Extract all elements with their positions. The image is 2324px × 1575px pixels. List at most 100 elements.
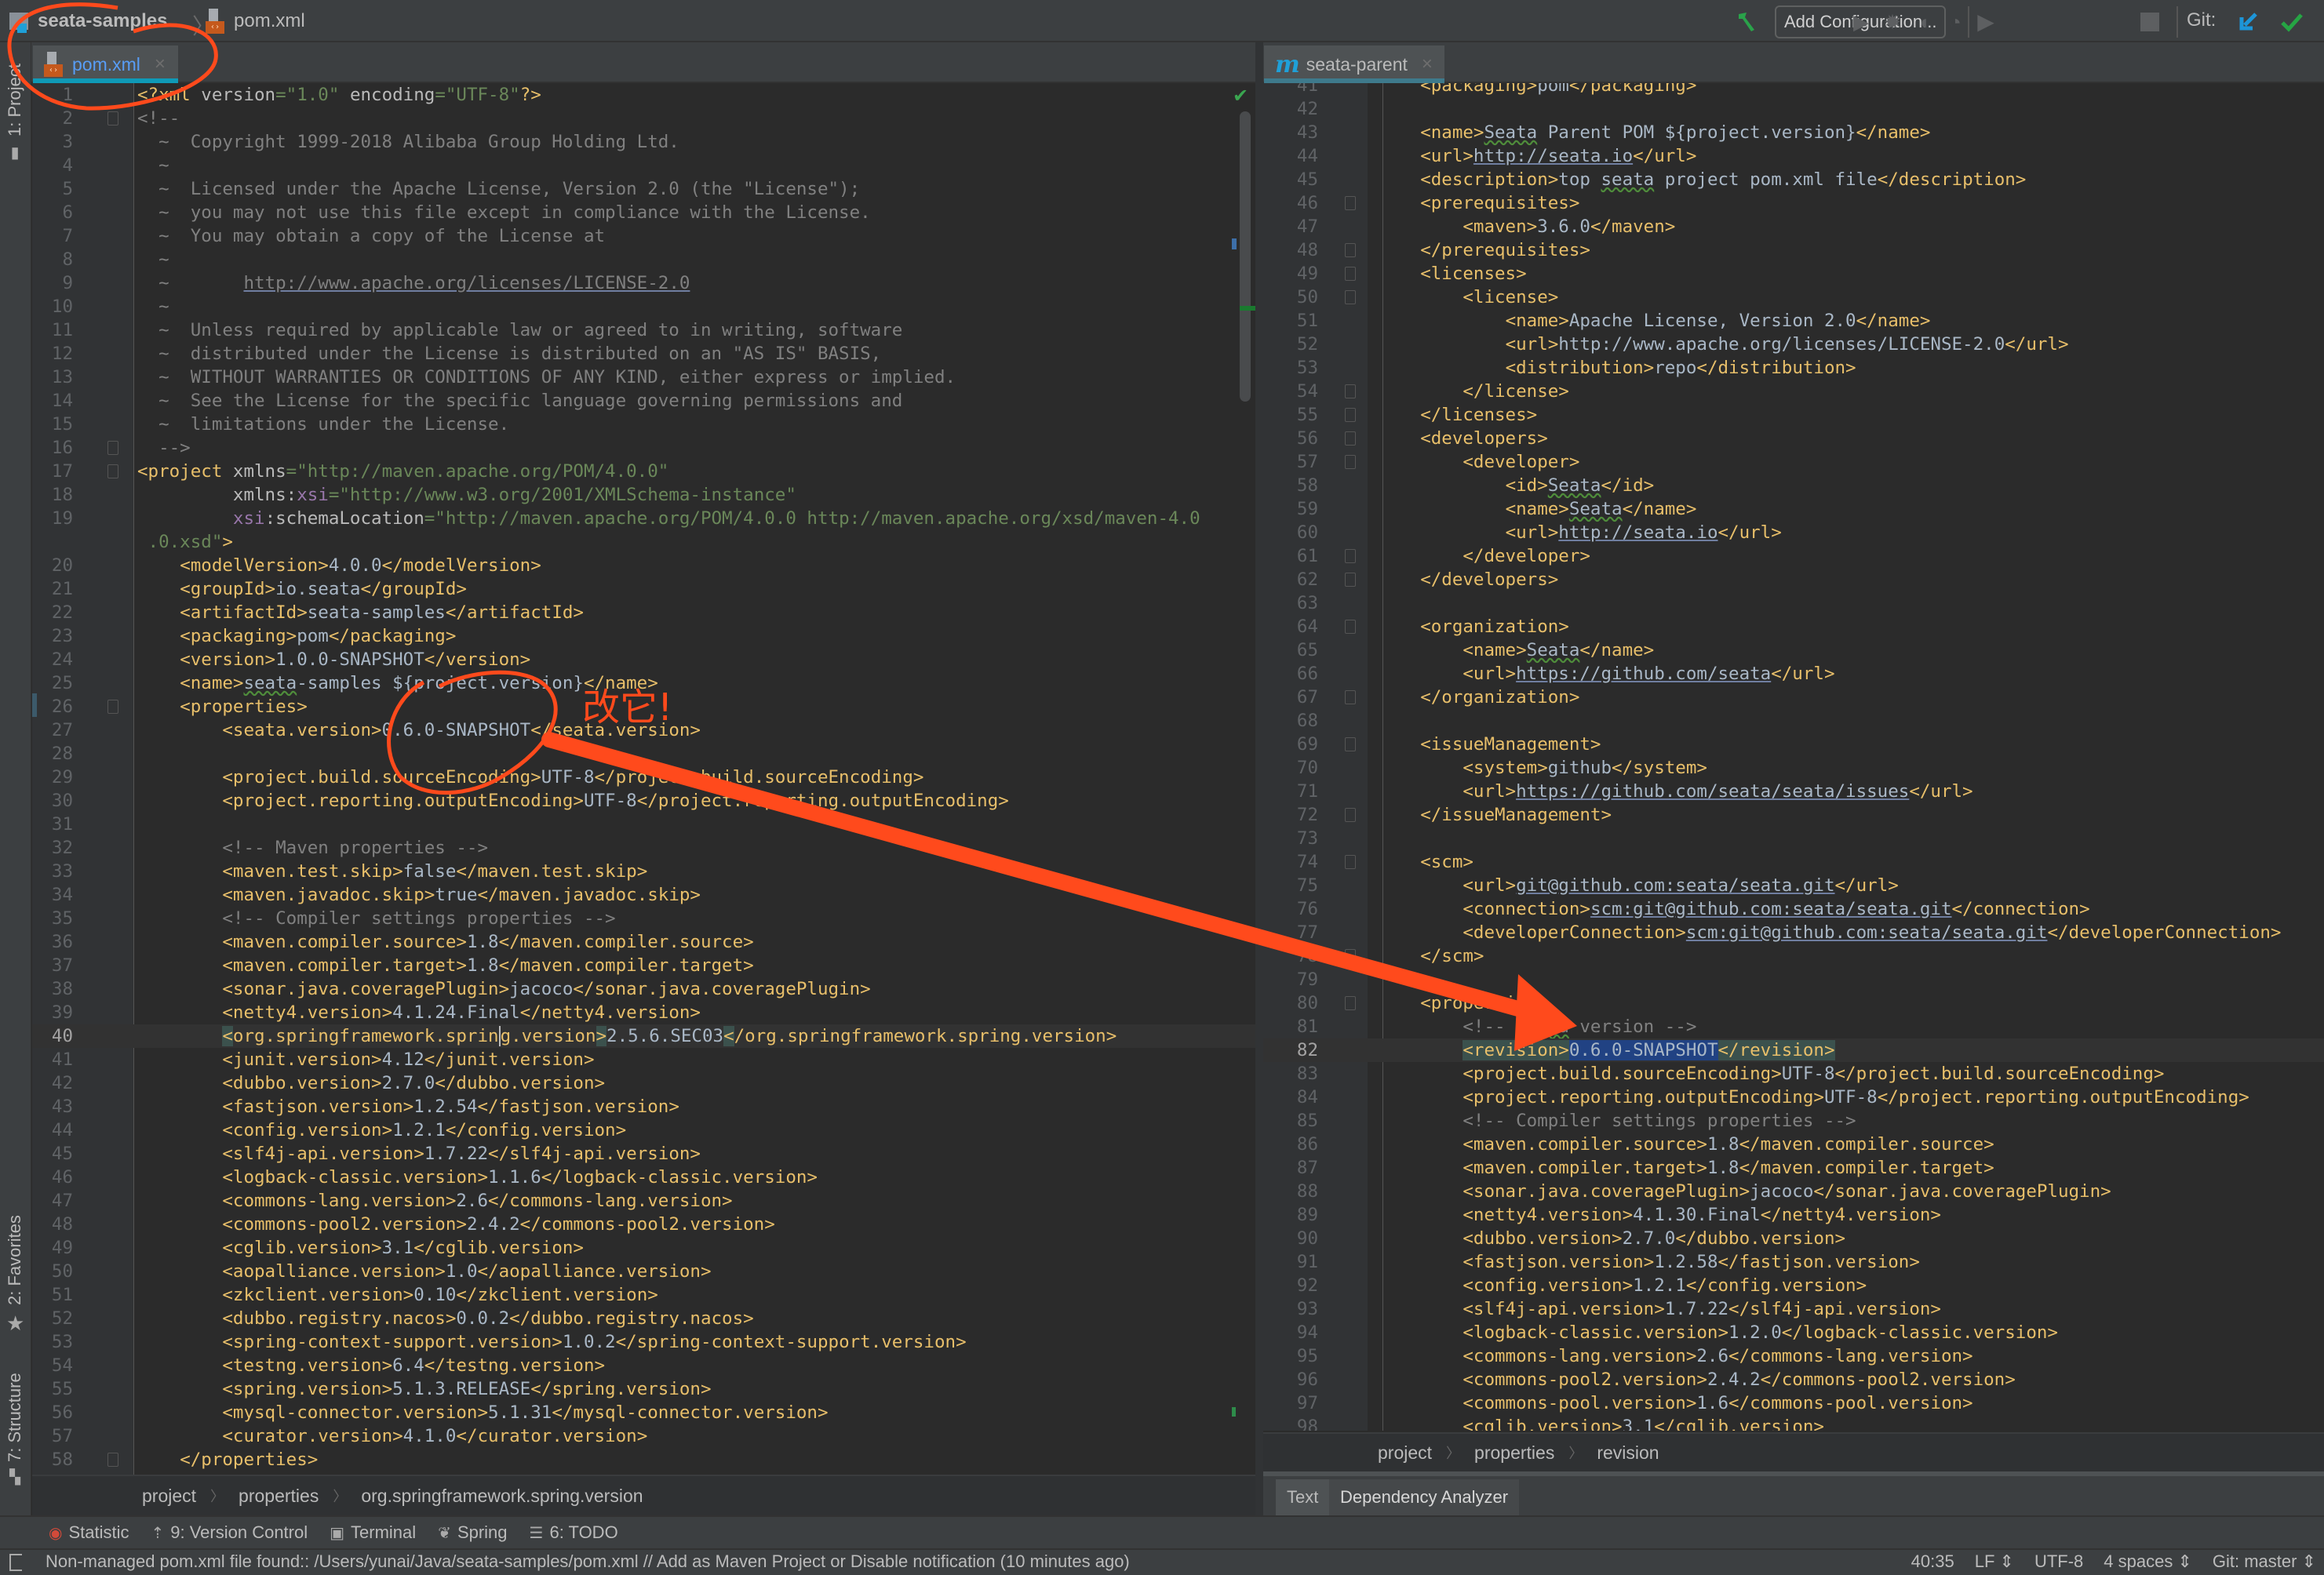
code-line[interactable]: 37 <maven.compiler.target>1.8</maven.com…	[32, 954, 1255, 977]
code-line[interactable]: 7 ~ You may obtain a copy of the License…	[32, 224, 1255, 248]
code-line[interactable]: 92 <config.version>1.2.1</config.version…	[1263, 1274, 2324, 1297]
fold-toggle-icon[interactable]	[107, 111, 118, 125]
git-commit-icon[interactable]	[2280, 11, 2304, 33]
code-line[interactable]: 50 <license>	[1263, 286, 2324, 309]
code-line[interactable]: 12 ~ distributed under the License is di…	[32, 342, 1255, 366]
fold-toggle-icon[interactable]	[1345, 384, 1356, 398]
code-line[interactable]: 53 <spring-context-support.version>1.0.2…	[32, 1330, 1255, 1354]
code-line[interactable]: 78 </scm>	[1263, 944, 2324, 968]
fold-toggle-icon[interactable]	[1345, 455, 1356, 469]
tool-window-version-control[interactable]: ⇡ 9: Version Control	[151, 1522, 308, 1543]
editor-right-seata-parent[interactable]: 41 <packaging>pom</packaging> 42 43 <name>…	[1263, 83, 2324, 1431]
code-line[interactable]: 58 <id>Seata</id>	[1263, 474, 2324, 497]
code-line[interactable]: 2 <!--	[32, 107, 1255, 130]
code-line[interactable]: 17 <project xmlns="http://maven.apache.or…	[32, 460, 1255, 483]
code-line[interactable]: 35 <!-- Compiler settings properties -->	[32, 907, 1255, 930]
fold-toggle-icon[interactable]	[1345, 690, 1356, 704]
code-line[interactable]: 75 <url>git@github.com:seata/seata.git</…	[1263, 874, 2324, 897]
code-line[interactable]: 62 </developers>	[1263, 568, 2324, 591]
code-line[interactable]: 29 <project.build.sourceEncoding>UTF-8</…	[32, 766, 1255, 789]
code-line[interactable]: 13 ~ WITHOUT WARRANTIES OR CONDITIONS OF…	[32, 366, 1255, 389]
code-line[interactable]: 80 <properties>	[1263, 991, 2324, 1015]
code-line[interactable]: 54 </license>	[1263, 380, 2324, 403]
code-line[interactable]: 68	[1263, 709, 2324, 733]
code-line[interactable]: 83 <project.build.sourceEncoding>UTF-8</…	[1263, 1062, 2324, 1086]
code-line[interactable]: 85 <!-- Compiler settings properties -->	[1263, 1109, 2324, 1133]
status-message[interactable]: Non-managed pom.xml file found:: /Users/…	[46, 1551, 1130, 1572]
code-line[interactable]: 21 <groupId>io.seata</groupId>	[32, 577, 1255, 601]
code-line[interactable]: 9 ~ http://www.apache.org/licenses/LICEN…	[32, 271, 1255, 295]
code-line[interactable]: 45 <description>top seata project pom.xm…	[1263, 168, 2324, 191]
code-line[interactable]: 5 ~ Licensed under the Apache License, V…	[32, 177, 1255, 201]
code-line[interactable]: 43 <name>Seata Parent POM ${project.vers…	[1263, 121, 2324, 144]
close-icon[interactable]: ×	[1422, 53, 1433, 75]
code-line[interactable]: 14 ~ See the License for the specific la…	[32, 389, 1255, 413]
fold-toggle-icon[interactable]	[1345, 431, 1356, 446]
code-line[interactable]: 77 <developerConnection>scm:git@github.c…	[1263, 921, 2324, 944]
fold-toggle-icon[interactable]	[1345, 855, 1356, 869]
code-line[interactable]: 58 </properties>	[32, 1448, 1255, 1471]
code-line[interactable]: 31	[32, 813, 1255, 836]
fold-toggle-icon[interactable]	[1345, 267, 1356, 281]
fold-toggle-icon[interactable]	[1345, 996, 1356, 1010]
code-line[interactable]: 57 <developer>	[1263, 450, 2324, 474]
code-line[interactable]: 94 <logback-classic.version>1.2.0</logba…	[1263, 1321, 2324, 1344]
code-line[interactable]: 47 <maven>3.6.0</maven>	[1263, 215, 2324, 238]
code-line[interactable]: 57 <curator.version>4.1.0</curator.versi…	[32, 1424, 1255, 1448]
code-line[interactable]: 42 <dubbo.version>2.7.0</dubbo.version>	[32, 1071, 1255, 1095]
code-line[interactable]: 89 <netty4.version>4.1.30.Final</netty4.…	[1263, 1203, 2324, 1227]
code-line[interactable]: 10 ~	[32, 295, 1255, 318]
stop-icon[interactable]	[2140, 13, 2159, 31]
code-line[interactable]: 88 <sonar.java.coveragePlugin>jacoco</so…	[1263, 1180, 2324, 1203]
code-line[interactable]: 33 <maven.test.skip>false</maven.test.sk…	[32, 860, 1255, 883]
fold-toggle-icon[interactable]	[107, 464, 118, 478]
code-line[interactable]: 18 xmlns:xsi="http://www.w3.org/2001/XML…	[32, 483, 1255, 507]
editor-left-pom-xml[interactable]: 1 <?xml version="1.0" encoding="UTF-8"?> 2…	[32, 83, 1255, 1475]
code-line[interactable]: 51 <zkclient.version>0.10</zkclient.vers…	[32, 1283, 1255, 1307]
nav-file-crumb[interactable]: ‹› pom.xml	[206, 8, 305, 35]
code-line[interactable]: 90 <dubbo.version>2.7.0</dubbo.version>	[1263, 1227, 2324, 1250]
code-line[interactable]: 56 <developers>	[1263, 427, 2324, 450]
build-hammer-icon[interactable]	[1736, 9, 1759, 33]
code-line[interactable]: 51 <name>Apache License, Version 2.0</na…	[1263, 309, 2324, 333]
code-line[interactable]: 73	[1263, 827, 2324, 850]
code-line[interactable]: 8 ~	[32, 248, 1255, 271]
code-line[interactable]: 65 <name>Seata</name>	[1263, 638, 2324, 662]
code-line[interactable]: 71 <url>https://github.com/seata/seata/i…	[1263, 780, 2324, 803]
code-line[interactable]: 93 <slf4j-api.version>1.7.22</slf4j-api.…	[1263, 1297, 2324, 1321]
code-line[interactable]: 52 <dubbo.registry.nacos>0.0.2</dubbo.re…	[32, 1307, 1255, 1330]
fold-toggle-icon[interactable]	[107, 1453, 118, 1467]
code-line[interactable]: 22 <artifactId>seata-samples</artifactId…	[32, 601, 1255, 624]
code-line[interactable]: 34 <maven.javadoc.skip>true</maven.javad…	[32, 883, 1255, 907]
tab-dependency-analyzer[interactable]: Dependency Analyzer	[1329, 1479, 1520, 1515]
code-line[interactable]: 47 <commons-lang.version>2.6</commons-la…	[32, 1189, 1255, 1213]
code-line[interactable]: 61 </developer>	[1263, 544, 2324, 568]
code-line[interactable]: 19 xsi:schemaLocation="http://maven.apac…	[32, 507, 1255, 530]
code-line[interactable]: 49 <licenses>	[1263, 262, 2324, 286]
code-line[interactable]: 82 <revision>0.6.0-SNAPSHOT</revision>	[1263, 1038, 2324, 1062]
code-line[interactable]: 53 <distribution>repo</distribution>	[1263, 356, 2324, 380]
code-line[interactable]: 15 ~ limitations under the License.	[32, 413, 1255, 436]
run-icon-btn[interactable]: ▶	[1849, 9, 1874, 35]
code-line[interactable]: 87 <maven.compiler.target>1.8</maven.com…	[1263, 1156, 2324, 1180]
git-update-icon[interactable]	[2237, 11, 2259, 33]
favorites-tool-button[interactable]: 2: Favorites	[5, 1215, 25, 1305]
code-line[interactable]: 41 <junit.version>4.12</junit.version>	[32, 1048, 1255, 1071]
breadcrumb-item[interactable]: properties	[239, 1486, 319, 1507]
tab-seata-parent[interactable]: m seata-parent ×	[1264, 45, 1444, 83]
code-line[interactable]: 59 <name>Seata</name>	[1263, 497, 2324, 521]
code-line[interactable]: 98 <cglib.version>3.1</cglib.version>	[1263, 1415, 2324, 1431]
nav-project-crumb[interactable]: seata-samples	[8, 8, 167, 35]
tool-window-spring[interactable]: ❦ Spring	[438, 1522, 507, 1543]
code-line[interactable]: 74 <scm>	[1263, 850, 2324, 874]
code-line[interactable]: 67 </organization>	[1263, 686, 2324, 709]
code-line[interactable]: 81 <!-- seata version -->	[1263, 1015, 2324, 1038]
code-line[interactable]: 32 <!-- Maven properties -->	[32, 836, 1255, 860]
breadcrumb-item[interactable]: project	[142, 1486, 196, 1507]
tool-window-statistic[interactable]: ◉ Statistic	[49, 1522, 129, 1543]
vertical-scrollbar[interactable]	[1240, 111, 1251, 402]
code-line[interactable]: 79	[1263, 968, 2324, 991]
profile-icon[interactable]: ◔	[1943, 9, 1968, 35]
structure-tool-button[interactable]: 7: Structure	[5, 1373, 25, 1462]
editor-splitter[interactable]	[1255, 42, 1263, 1515]
